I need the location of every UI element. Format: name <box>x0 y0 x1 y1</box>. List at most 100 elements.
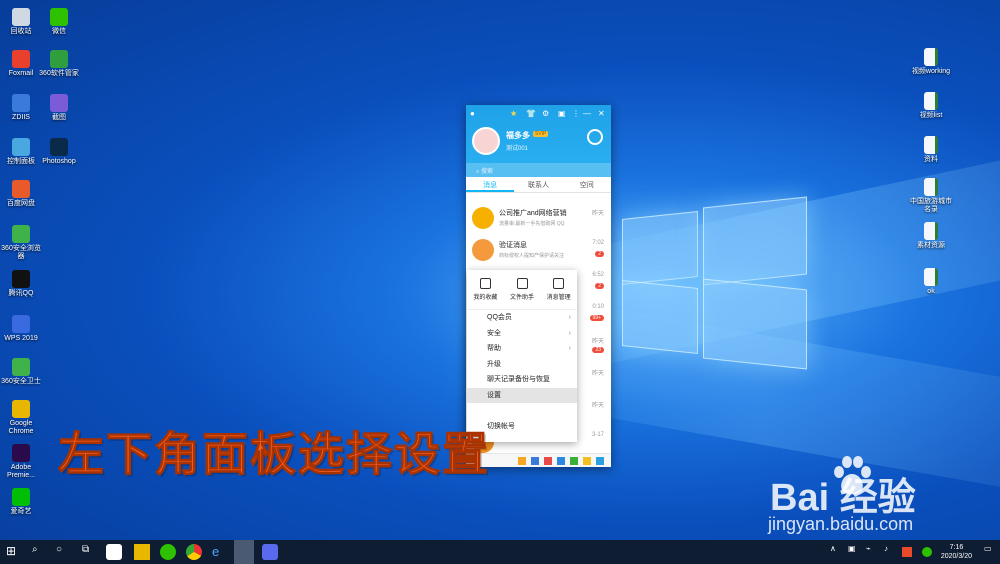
desktop-icon-label: WPS 2019 <box>4 335 38 342</box>
desktop-icon[interactable]: 360安全浏览器 <box>0 225 44 261</box>
chevron-right-icon: › <box>568 314 571 321</box>
menu-item[interactable]: 帮助 › <box>467 341 577 357</box>
menu-favorites[interactable]: 我的收藏 <box>467 270 504 309</box>
desktop-icon-label: 视频list <box>919 112 943 119</box>
clock[interactable]: 7:16 2020/3/20 <box>941 543 972 561</box>
wps-icon <box>12 315 30 333</box>
menu-item-label: 设置 <box>487 391 501 399</box>
menu-item[interactable]: 升级 <box>467 357 577 373</box>
skin-icon[interactable]: 👕 <box>526 109 536 118</box>
desktop-icon[interactable]: 资料 <box>908 136 954 164</box>
desktop-icon[interactable]: 中国旅游城市名录 <box>908 178 954 214</box>
chat-list-item[interactable]: 公司推广and网络营销 流量串:最新一手先借助网 QQ 昨天 <box>466 203 611 235</box>
windows-logo-pane <box>703 278 807 370</box>
recycle-bin-icon <box>12 8 30 26</box>
menu-message-manager[interactable]: 消息管理 <box>540 270 577 309</box>
tray-icon[interactable]: ▣ <box>848 544 864 560</box>
desktop-icon[interactable]: WPS 2019 <box>0 315 44 343</box>
chat-title: 验证消息 <box>499 242 527 249</box>
settings-icon[interactable]: ⚙ <box>542 109 549 118</box>
menu-item[interactable]: 安全 › <box>467 326 577 342</box>
file-icon <box>924 136 938 154</box>
desktop-icon[interactable]: 微信 <box>36 8 82 36</box>
menu-item[interactable]: QQ会员 › <box>467 310 577 326</box>
wechat-icon[interactable] <box>160 544 176 560</box>
desktop-icon[interactable]: Photoshop <box>36 138 82 166</box>
chat-time: 3-17 <box>591 432 604 438</box>
file-icon <box>924 92 938 110</box>
app-icon[interactable] <box>262 544 278 560</box>
close-icon[interactable]: ✕ <box>598 109 605 118</box>
minimize-icon[interactable]: — <box>583 109 591 118</box>
menu-item[interactable]: 聊天记录备份与恢复 <box>467 372 577 388</box>
tab-space[interactable]: 空间 <box>563 177 611 192</box>
tray-app-icon[interactable] <box>902 547 912 557</box>
baidu-netdisk-icon <box>12 180 30 198</box>
volume-icon[interactable]: ♪ <box>884 544 900 560</box>
chat-time: 昨天 <box>591 403 604 409</box>
notification-icon[interactable]: ▭ <box>984 544 1000 560</box>
desktop-icon-label: 视频working <box>911 68 951 75</box>
app-icon[interactable] <box>531 457 539 465</box>
unread-badge: 2 <box>595 283 604 289</box>
desktop-icon[interactable]: Google Chrome <box>0 400 44 436</box>
task-view-icon[interactable]: ⧉ <box>82 544 98 560</box>
avatar <box>472 239 494 261</box>
desktop-icon[interactable]: ok <box>908 268 954 296</box>
desktop-icon[interactable]: Adobe Premie... <box>0 444 44 480</box>
search-icon[interactable]: ⌕ <box>32 544 48 560</box>
desktop-icon-label: Google Chrome <box>8 420 34 435</box>
app-icon[interactable] <box>557 457 565 465</box>
menu-item[interactable] <box>467 403 577 419</box>
photoshop-icon <box>50 138 68 156</box>
tray-arrow-icon[interactable]: ∧ <box>830 544 846 560</box>
vip-badge: SVIP <box>533 131 549 137</box>
app-manager-icon[interactable] <box>596 457 604 465</box>
ie-icon[interactable]: e <box>212 544 228 560</box>
cortana-icon[interactable]: ○ <box>56 544 72 560</box>
desktop-icon-label: 截图 <box>52 114 66 121</box>
360-browser-icon <box>12 225 30 243</box>
start-windows-icon[interactable]: ⊞ <box>6 544 22 560</box>
wechat-tray-icon[interactable] <box>922 547 932 557</box>
chrome-icon[interactable] <box>186 544 202 560</box>
signature[interactable]: 测试001 <box>506 143 528 152</box>
window-icon[interactable]: ▣ <box>558 109 566 118</box>
app-icon[interactable] <box>106 544 122 560</box>
desktop-icon[interactable]: 截图 <box>36 94 82 122</box>
file-explorer-icon[interactable] <box>134 544 150 560</box>
chevron-right-icon: › <box>568 329 571 337</box>
menu-item-label: QQ会员 <box>487 314 512 321</box>
screenshot-icon <box>50 94 68 112</box>
nickname[interactable]: 福多多 <box>506 130 530 141</box>
tab-messages[interactable]: 消息 <box>466 177 515 192</box>
taskbar: ⊞ ⌕ ○ ⧉ e ∧ ▣ ⌁ ♪ 7:16 2020/3/20 ▭ <box>0 540 1000 564</box>
desktop-icon[interactable]: 百度网盘 <box>0 180 44 208</box>
menu-item[interactable]: 设置 <box>467 387 577 403</box>
desktop-icon[interactable]: 视频list <box>908 92 954 120</box>
chat-preview: 商标侵权人提知产保护请关注 <box>499 253 565 259</box>
desktop-icon[interactable]: 腾讯QQ <box>0 270 44 298</box>
app-icon[interactable] <box>518 457 526 465</box>
star-icon[interactable]: ★ <box>510 109 517 118</box>
app-icon[interactable] <box>583 457 591 465</box>
avatar[interactable] <box>472 127 500 155</box>
more-icon[interactable]: ⋮ <box>572 109 580 118</box>
app-icon[interactable] <box>570 457 578 465</box>
desktop-icon[interactable]: 360安全卫士 <box>0 358 44 386</box>
network-icon[interactable]: ⌁ <box>866 544 882 560</box>
desktop-icon-label: 360安全卫士 <box>1 378 41 385</box>
menu-item-label: 帮助 <box>487 345 501 352</box>
desktop-icon[interactable]: 视频working <box>908 48 954 76</box>
weather-icon[interactable] <box>587 129 603 145</box>
menu-file-assistant[interactable]: 文件助手 <box>504 270 541 309</box>
desktop-icon[interactable]: 素材资源 <box>908 222 954 250</box>
qq-taskbar-icon[interactable] <box>234 540 254 564</box>
desktop-icon[interactable]: 360软件管家 <box>36 50 82 78</box>
menu-items: QQ会员 › 安全 › 帮助 › 升级 聊天记录备份与恢复 设置 切换帐号 <box>467 310 577 434</box>
tab-contacts[interactable]: 联系人 <box>514 177 562 192</box>
desktop-icon[interactable]: 爱奇艺 <box>0 488 44 516</box>
search-input[interactable]: ⌕ 搜索 <box>466 163 611 177</box>
chat-list-item[interactable]: 验证消息 商标侵权人提知产保护请关注 7:02 2 <box>466 235 611 267</box>
app-icon[interactable] <box>544 457 552 465</box>
